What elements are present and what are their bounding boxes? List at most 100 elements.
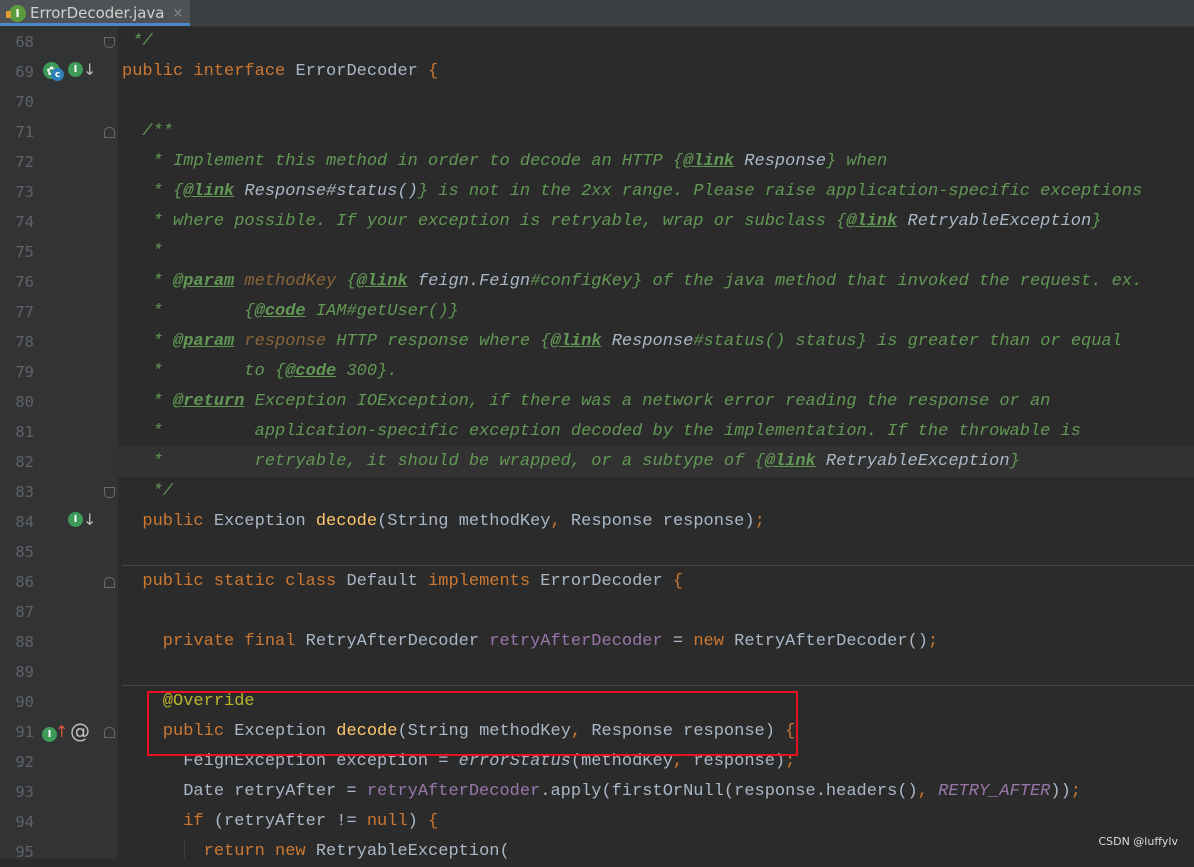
code-text[interactable]: * @return Exception IOException, if ther… xyxy=(122,387,1051,417)
code-token: /** xyxy=(122,122,174,141)
code-text[interactable]: return new RetryableException( xyxy=(122,837,510,867)
code-token: */ xyxy=(122,32,153,51)
code-token: * to xyxy=(122,362,276,381)
code-token: (retryAfter != xyxy=(213,812,367,831)
code-text[interactable]: public Exception decode(String methodKey… xyxy=(122,507,765,537)
code-line-79[interactable]: 79 * to {@code 300}. xyxy=(0,357,1194,387)
code-token: RetryableException xyxy=(897,212,1092,231)
code-text[interactable]: * Implement this method in order to deco… xyxy=(122,147,888,177)
code-token: Exception xyxy=(213,512,316,531)
code-token: RetryAfterDecoder xyxy=(305,632,490,651)
code-line-85[interactable]: 85 xyxy=(0,537,1194,567)
code-token: IAM#getUser() xyxy=(305,302,449,321)
code-token: null xyxy=(366,812,408,831)
code-text[interactable]: private final RetryAfterDecoder retryAft… xyxy=(122,627,938,657)
code-line-73[interactable]: 73 * {@link Response#status()} is not in… xyxy=(0,177,1194,207)
code-token: #configKey xyxy=(530,272,633,291)
code-line-80[interactable]: 80 * @return Exception IOException, if t… xyxy=(0,387,1194,417)
code-token: * xyxy=(122,242,163,261)
code-text[interactable]: public static class Default implements E… xyxy=(122,567,683,597)
code-token: private final xyxy=(122,632,306,651)
line-number: 91 xyxy=(15,723,34,741)
code-line-87[interactable]: 87 xyxy=(0,597,1194,627)
code-token: * application-specific exception decoded… xyxy=(122,422,1081,441)
code-text[interactable]: * @param methodKey {@link feign.Feign#co… xyxy=(122,267,1143,297)
code-text[interactable]: Date retryAfter = retryAfterDecoder.appl… xyxy=(122,777,1081,807)
code-token: RetryableException xyxy=(815,452,1010,471)
code-text[interactable]: * application-specific exception decoded… xyxy=(122,417,1081,447)
line-number: 70 xyxy=(15,93,34,111)
code-line-82[interactable]: 82 * retryable, it should be wrapped, or… xyxy=(15,447,1194,477)
code-token: RETRY_AFTER xyxy=(938,782,1051,801)
code-text[interactable]: /** xyxy=(122,117,173,147)
code-token: )) xyxy=(1050,782,1071,801)
line-number: 88 xyxy=(15,633,34,651)
code-token: { xyxy=(836,212,847,231)
code-token: * xyxy=(122,272,174,291)
editor-tab-bar: I ErrorDecoder.java × xyxy=(0,0,1194,27)
close-tab-icon[interactable]: × xyxy=(173,6,184,21)
line-number: 83 xyxy=(15,483,34,501)
line-number: 92 xyxy=(15,753,34,771)
code-text[interactable]: * where possible. If your exception is r… xyxy=(122,207,1102,237)
line-number: 75 xyxy=(15,243,34,261)
code-token: { xyxy=(275,362,286,381)
code-text[interactable]: */ xyxy=(122,477,173,507)
code-token: @return xyxy=(173,392,245,411)
code-text[interactable]: * to {@code 300}. xyxy=(122,357,398,387)
code-line-77[interactable]: 77 * {@code IAM#getUser()} xyxy=(0,297,1194,327)
code-text[interactable]: * {@link Response#status()} is not in th… xyxy=(122,177,1143,207)
code-line-93[interactable]: 93 Date retryAfter = retryAfterDecoder.a… xyxy=(0,777,1194,807)
code-line-89[interactable]: 89 xyxy=(0,657,1194,687)
code-token: is not in the 2xx range. Please raise ap… xyxy=(428,182,1143,201)
line-number: 68 xyxy=(15,33,34,51)
code-line-83[interactable]: 83 */ xyxy=(0,477,1194,507)
code-token: return new xyxy=(122,842,316,861)
code-token: ; xyxy=(1070,782,1081,801)
code-token: response xyxy=(234,332,327,351)
code-line-72[interactable]: 72 * Implement this method in order to d… xyxy=(0,147,1194,177)
code-token: } xyxy=(377,362,388,381)
code-line-78[interactable]: 78 * @param response HTTP response where… xyxy=(0,327,1194,357)
code-line-71[interactable]: 71 /** xyxy=(0,117,1194,147)
code-text[interactable]: public interface ErrorDecoder { xyxy=(122,57,438,87)
code-text[interactable]: * xyxy=(122,237,163,267)
code-line-95[interactable]: 95 return new RetryableException( xyxy=(0,837,1194,867)
code-token: 300 xyxy=(336,362,378,381)
code-line-68[interactable]: 68 */ xyxy=(0,27,1194,57)
line-number: 74 xyxy=(15,213,34,231)
code-token: */ xyxy=(122,482,174,501)
code-line-84[interactable]: 84 public Exception decode(String method… xyxy=(0,507,1194,537)
code-token: RetryAfterDecoder() xyxy=(734,632,928,651)
line-number: 80 xyxy=(15,393,34,411)
code-token: * where possible. If your exception is r… xyxy=(122,212,837,231)
code-line-94[interactable]: 94 if (retryAfter != null) { xyxy=(0,807,1194,837)
code-line-86[interactable]: 86 public static class Default implement… xyxy=(0,567,1194,597)
code-token: } xyxy=(1091,212,1102,231)
code-line-70[interactable]: 70 xyxy=(0,87,1194,117)
code-token: public xyxy=(122,512,214,531)
code-text[interactable]: */ xyxy=(122,27,153,57)
code-token: HTTP response where xyxy=(326,332,541,351)
code-line-81[interactable]: 81 * application-specific exception deco… xyxy=(0,417,1194,447)
code-token: { xyxy=(428,62,439,81)
code-line-74[interactable]: 74 * where possible. If your exception i… xyxy=(0,207,1194,237)
code-token: } xyxy=(1009,452,1020,471)
code-text[interactable]: if (retryAfter != null) { xyxy=(122,807,438,837)
code-token: @param xyxy=(173,272,235,291)
red-highlight-box xyxy=(147,691,798,756)
code-token: ; xyxy=(754,512,765,531)
code-line-76[interactable]: 76 * @param methodKey {@link feign.Feign… xyxy=(0,267,1194,297)
line-number: 93 xyxy=(15,783,34,801)
code-token: } xyxy=(825,152,837,171)
code-token: * xyxy=(122,392,174,411)
code-line-69[interactable]: 69 public interface ErrorDecoder { xyxy=(0,57,1194,87)
code-text[interactable]: * retryable, it should be wrapped, or a … xyxy=(122,447,1020,477)
code-text[interactable]: * {@code IAM#getUser()} xyxy=(122,297,459,327)
code-token: ErrorDecoder xyxy=(295,62,429,81)
code-text[interactable]: * @param response HTTP response where {@… xyxy=(122,327,1122,357)
code-line-75[interactable]: 75 * xyxy=(0,237,1194,267)
tab-errordecoder-java[interactable]: I ErrorDecoder.java × xyxy=(0,0,190,26)
code-line-88[interactable]: 88 private final RetryAfterDecoder retry… xyxy=(0,627,1194,657)
code-token: is greater than or equal xyxy=(866,332,1122,351)
